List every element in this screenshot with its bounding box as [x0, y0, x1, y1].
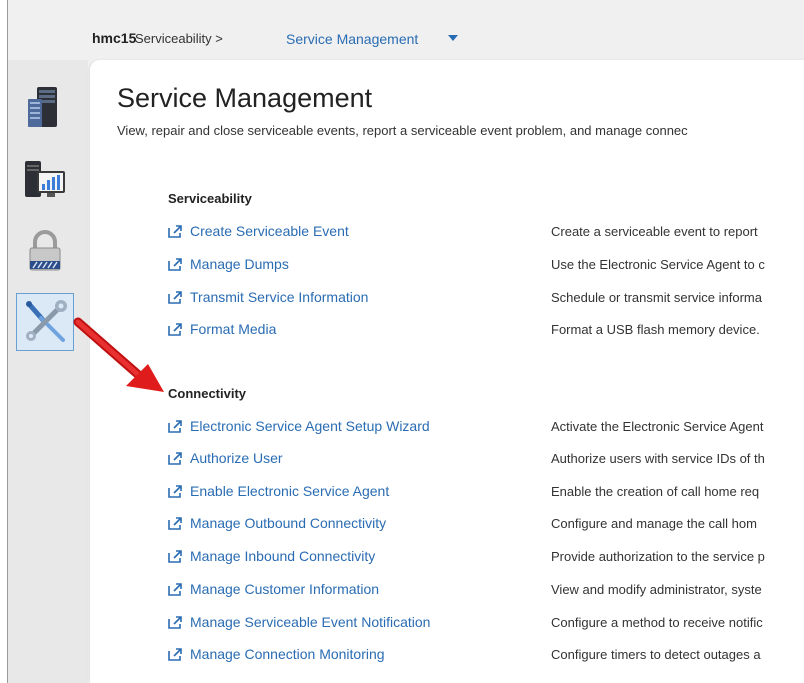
task-label: Manage Customer Information: [190, 581, 380, 597]
external-link-icon: [168, 257, 182, 271]
red-arrow-annotation: [73, 317, 164, 392]
task-label: Manage Outbound Connectivity: [190, 515, 387, 531]
external-link-icon: [168, 615, 182, 629]
task-link-authorize-user[interactable]: Authorize User: [168, 450, 283, 466]
external-link-icon: [168, 582, 182, 596]
server-icon: [28, 87, 57, 127]
task-link-manage-dumps[interactable]: Manage Dumps: [168, 256, 289, 272]
task-description: Configure timers to detect outages a: [551, 647, 761, 662]
task-label: Electronic Service Agent Setup Wizard: [190, 418, 430, 434]
task-label: Format Media: [190, 321, 277, 337]
chevron-down-icon[interactable]: [448, 35, 458, 41]
task-link-manage-serviceable-event-notification[interactable]: Manage Serviceable Event Notification: [168, 614, 430, 630]
task-label: Manage Connection Monitoring: [190, 646, 385, 662]
external-link-icon: [168, 451, 182, 465]
task-link-manage-outbound-connectivity[interactable]: Manage Outbound Connectivity: [168, 515, 386, 531]
external-link-icon: [168, 224, 182, 238]
task-description: Create a serviceable event to report: [551, 224, 758, 239]
task-link-manage-inbound-connectivity[interactable]: Manage Inbound Connectivity: [168, 548, 375, 564]
task-description: Authorize users with service IDs of th: [551, 451, 765, 466]
wrench-screwdriver-icon: [26, 300, 67, 342]
task-row: Electronic Service Agent Setup Wizard Ac…: [168, 418, 804, 438]
section-heading-serviceability: Serviceability: [168, 191, 252, 206]
top-bar: hmc15 Serviceability > Service Managemen…: [8, 0, 804, 60]
task-description: Provide authorization to the service p: [551, 549, 765, 564]
nav-item-hmc-management[interactable]: [16, 150, 74, 208]
task-description: Schedule or transmit service informa: [551, 290, 762, 305]
app-frame: hmc15 Serviceability > Service Managemen…: [7, 0, 804, 683]
task-row: Manage Dumps Use the Electronic Service …: [168, 256, 804, 276]
task-link-create-serviceable-event[interactable]: Create Serviceable Event: [168, 223, 349, 239]
task-row: Format Media Format a USB flash memory d…: [168, 321, 804, 341]
monitor-chart-icon: [25, 161, 65, 197]
task-link-manage-connection-monitoring[interactable]: Manage Connection Monitoring: [168, 646, 385, 662]
external-link-icon: [168, 419, 182, 433]
task-link-manage-customer-information[interactable]: Manage Customer Information: [168, 581, 379, 597]
breadcrumb-parent[interactable]: Serviceability >: [135, 31, 223, 46]
task-row: Authorize User Authorize users with serv…: [168, 450, 804, 470]
nav-item-resources[interactable]: [16, 78, 74, 136]
external-link-icon: [168, 290, 182, 304]
task-description: Format a USB flash memory device.: [551, 322, 760, 337]
task-label: Create Serviceable Event: [190, 223, 349, 239]
main-content: Service Management View, repair and clos…: [90, 60, 804, 683]
task-label: Transmit Service Information: [190, 289, 369, 305]
task-row: Enable Electronic Service Agent Enable t…: [168, 483, 804, 503]
task-description: Configure a method to receive notific: [551, 615, 763, 630]
external-link-icon: [168, 516, 182, 530]
page-description: View, repair and close serviceable event…: [117, 123, 688, 138]
nav-item-serviceability[interactable]: [16, 293, 74, 351]
task-row: Create Serviceable Event Create a servic…: [168, 223, 804, 243]
task-row: Manage Inbound Connectivity Provide auth…: [168, 548, 804, 568]
task-label: Authorize User: [190, 450, 283, 466]
padlock-icon: [29, 230, 61, 271]
task-description: Activate the Electronic Service Agent: [551, 419, 764, 434]
task-row: Manage Outbound Connectivity Configure a…: [168, 515, 804, 535]
task-row: Transmit Service Information Schedule or…: [168, 289, 804, 309]
task-label: Manage Serviceable Event Notification: [190, 614, 431, 630]
task-row: Manage Serviceable Event Notification Co…: [168, 614, 804, 634]
task-row: Manage Customer Information View and mod…: [168, 581, 804, 601]
task-row: Manage Connection Monitoring Configure t…: [168, 646, 804, 666]
breadcrumb-host[interactable]: hmc15: [92, 30, 136, 46]
breadcrumb-current[interactable]: Service Management: [286, 31, 418, 47]
external-link-icon: [168, 549, 182, 563]
task-description: View and modify administrator, syste: [551, 582, 762, 597]
task-description: Enable the creation of call home req: [551, 484, 760, 499]
task-link-enable-esa[interactable]: Enable Electronic Service Agent: [168, 483, 389, 499]
nav-item-users-security[interactable]: [16, 222, 74, 280]
page-title: Service Management: [117, 83, 373, 113]
task-label: Manage Dumps: [190, 256, 289, 272]
external-link-icon: [168, 647, 182, 661]
task-description: Use the Electronic Service Agent to c: [551, 257, 765, 272]
task-link-format-media[interactable]: Format Media: [168, 321, 276, 337]
task-label: Enable Electronic Service Agent: [190, 483, 390, 499]
section-heading-connectivity: Connectivity: [168, 386, 247, 401]
task-link-esa-setup-wizard[interactable]: Electronic Service Agent Setup Wizard: [168, 418, 430, 434]
task-description: Configure and manage the call hom: [551, 516, 757, 531]
task-link-transmit-service-information[interactable]: Transmit Service Information: [168, 289, 368, 305]
task-label: Manage Inbound Connectivity: [190, 548, 376, 564]
external-link-icon: [168, 484, 182, 498]
